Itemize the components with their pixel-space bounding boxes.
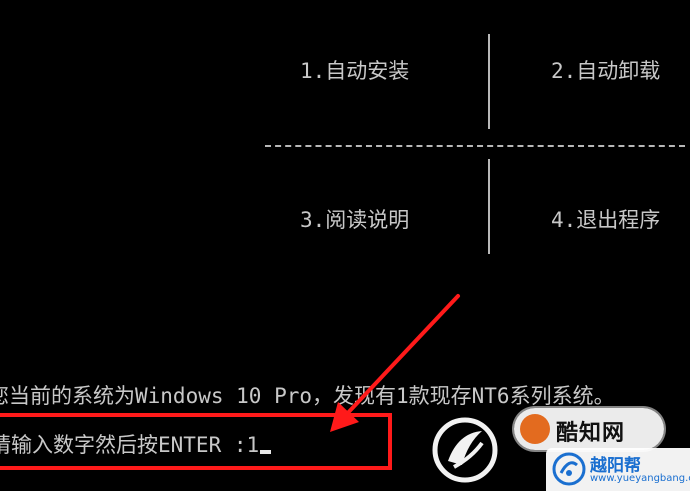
console-window: 1.自动安装 2.自动卸载 3.阅读说明 4.退出程序 您当前的系统为Windo… — [0, 0, 690, 491]
badge-logo-icon — [520, 414, 550, 444]
site-logo-icon — [552, 452, 586, 486]
watermark-site: 越阳帮 www.yueyangbang.com — [546, 448, 690, 491]
watermark-badge: 酷知网 — [514, 408, 664, 450]
badge-text: 酷知网 — [556, 421, 626, 446]
site-url: www.yueyangbang.com — [590, 473, 690, 484]
watermark-logo-icon — [432, 417, 498, 483]
